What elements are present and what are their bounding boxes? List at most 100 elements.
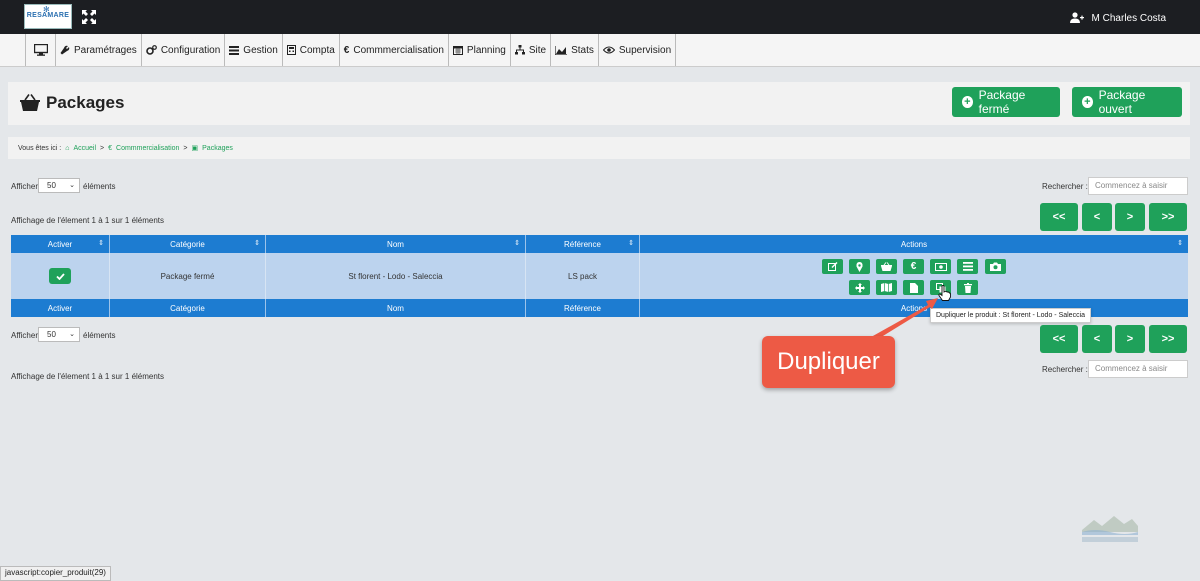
trash-icon [963, 282, 972, 293]
list-icon [962, 262, 973, 271]
euro-icon: € [910, 261, 917, 272]
show-label: Afficher [11, 182, 38, 191]
menu-compta[interactable]: Compta [283, 34, 340, 66]
sort-icon: ⇕ [1177, 240, 1183, 247]
pagination-prev-button-bottom[interactable]: < [1082, 325, 1112, 353]
cell-categorie: Package fermé [110, 253, 266, 299]
sort-icon: ⇕ [98, 240, 104, 247]
photo-button[interactable] [985, 259, 1006, 274]
gears-icon [146, 45, 157, 55]
document-button[interactable] [903, 280, 924, 295]
sort-icon: ⇕ [514, 240, 520, 247]
list-button[interactable] [957, 259, 978, 274]
pagination-prev-button[interactable]: < [1082, 203, 1112, 231]
duplicate-tooltip: Dupliquer le produit : St florent - Lodo… [930, 308, 1092, 323]
delete-button[interactable] [957, 280, 978, 295]
pagination-first-button-bottom[interactable]: << [1040, 325, 1078, 353]
menu-dashboard[interactable] [26, 34, 56, 66]
basket-button[interactable] [876, 259, 897, 274]
map-button[interactable] [876, 280, 897, 295]
breadcrumb-packages: Packages [202, 144, 233, 152]
table-info: Affichage de l'élement 1 à 1 sur 1 éléme… [11, 216, 165, 225]
activate-toggle[interactable] [49, 268, 71, 284]
sitemap-icon [514, 45, 525, 55]
plus-circle-icon: + [1082, 96, 1093, 108]
basket-icon: ▣ [191, 145, 199, 152]
user-plus-icon [1069, 12, 1084, 23]
menu-parametrages[interactable]: Paramétrages [56, 34, 142, 66]
watermark-logo [1082, 516, 1138, 542]
shopping-basket-icon [881, 262, 892, 271]
calculator-icon [286, 45, 296, 55]
move-arrows-icon [854, 282, 865, 293]
move-button[interactable] [849, 280, 870, 295]
cell-reference: LS pack [526, 253, 640, 299]
col-header-categorie[interactable]: Catégorie ⇕ [110, 235, 266, 253]
breadcrumb-commercialisation[interactable]: Commmercialisation [116, 145, 179, 152]
col-header-actions[interactable]: Actions ⇕ [640, 235, 1188, 253]
elements-label: éléments [83, 182, 116, 191]
pagination-last-button-bottom[interactable]: >> [1149, 325, 1187, 353]
top-bar: ✻ RESAMARE M Charles Costa [0, 0, 1200, 34]
elements-label-bottom: éléments [83, 331, 116, 340]
search-label: Rechercher : [1042, 182, 1088, 191]
table-info-bottom: Affichage de l'élement 1 à 1 sur 1 éléme… [11, 372, 165, 381]
pagination-next-button-bottom[interactable]: > [1115, 325, 1145, 353]
fullscreen-icon[interactable] [81, 9, 97, 25]
breadcrumb-accueil[interactable]: Accueil [73, 145, 96, 152]
list-icon [229, 45, 240, 55]
menu-stats[interactable]: Stats [551, 34, 599, 66]
calendar-icon [452, 46, 463, 55]
chevron-down-icon: ⌄ [69, 331, 75, 338]
page-size-select[interactable]: 50 ⌄ [38, 178, 80, 193]
menu-site[interactable]: Site [511, 34, 552, 66]
menu-planning[interactable]: Planning [449, 34, 511, 66]
money-icon [934, 262, 947, 271]
breadcrumb: Vous êtes ici : ⌂ Accueil > € Commmercia… [8, 137, 1190, 159]
edit-icon [827, 262, 837, 271]
euro-icon: € [343, 44, 350, 56]
search-input[interactable]: Commencez à saisir [1088, 177, 1188, 195]
page-title: Packages [46, 93, 125, 112]
shopping-basket-icon [20, 94, 40, 111]
pagination-first-button[interactable]: << [1040, 203, 1078, 231]
table-row[interactable]: Package fermé St florent - Lodo - Salecc… [11, 253, 1188, 299]
chart-icon [555, 45, 568, 55]
col-header-reference[interactable]: Référence ⇕ [526, 235, 640, 253]
menu-gestion[interactable]: Gestion [225, 34, 283, 66]
chevron-down-icon: ⌄ [69, 182, 75, 189]
logo-text: RESAMARE [26, 12, 70, 19]
check-icon [55, 272, 65, 280]
home-icon: ⌂ [65, 144, 70, 152]
menu-configuration[interactable]: Configuration [142, 34, 226, 66]
breadcrumb-prefix: Vous êtes ici : [18, 144, 62, 152]
price-button[interactable]: € [903, 259, 924, 274]
menu-supervision[interactable]: Supervision [599, 34, 677, 66]
search-input-bottom[interactable]: Commencez à saisir [1088, 360, 1188, 378]
dupliquer-callout: Dupliquer [762, 336, 895, 388]
money-button[interactable] [930, 259, 951, 274]
map-marker-icon [856, 261, 863, 272]
show-label-bottom: Afficher [11, 331, 38, 340]
user-menu[interactable]: M Charles Costa [1069, 12, 1166, 24]
plus-circle-icon: + [962, 96, 973, 108]
pagination-last-button[interactable]: >> [1149, 203, 1187, 231]
col-header-activer[interactable]: Activer ⇕ [11, 235, 110, 253]
sort-icon: ⇕ [254, 240, 260, 247]
location-button[interactable] [849, 259, 870, 274]
edit-button[interactable] [822, 259, 843, 274]
pagination-next-button[interactable]: > [1115, 203, 1145, 231]
app-logo[interactable]: ✻ RESAMARE [24, 4, 72, 29]
menu-commercialisation[interactable]: € Commmercialisation [340, 34, 449, 66]
add-package-closed-button[interactable]: + Package fermé [952, 87, 1060, 117]
page-size-select-bottom[interactable]: 50 ⌄ [38, 327, 80, 342]
add-package-open-button[interactable]: + Package ouvert [1072, 87, 1182, 117]
camera-icon [990, 262, 1001, 271]
table-header: Activer ⇕ Catégorie ⇕ Nom ⇕ Référence ⇕ Acti… [11, 235, 1188, 253]
sort-icon: ⇕ [628, 240, 634, 247]
user-name: M Charles Costa [1091, 12, 1166, 24]
euro-icon: € [108, 144, 113, 152]
col-header-nom[interactable]: Nom ⇕ [266, 235, 526, 253]
search-label-bottom: Rechercher : [1042, 365, 1088, 374]
wrench-icon [60, 45, 70, 55]
